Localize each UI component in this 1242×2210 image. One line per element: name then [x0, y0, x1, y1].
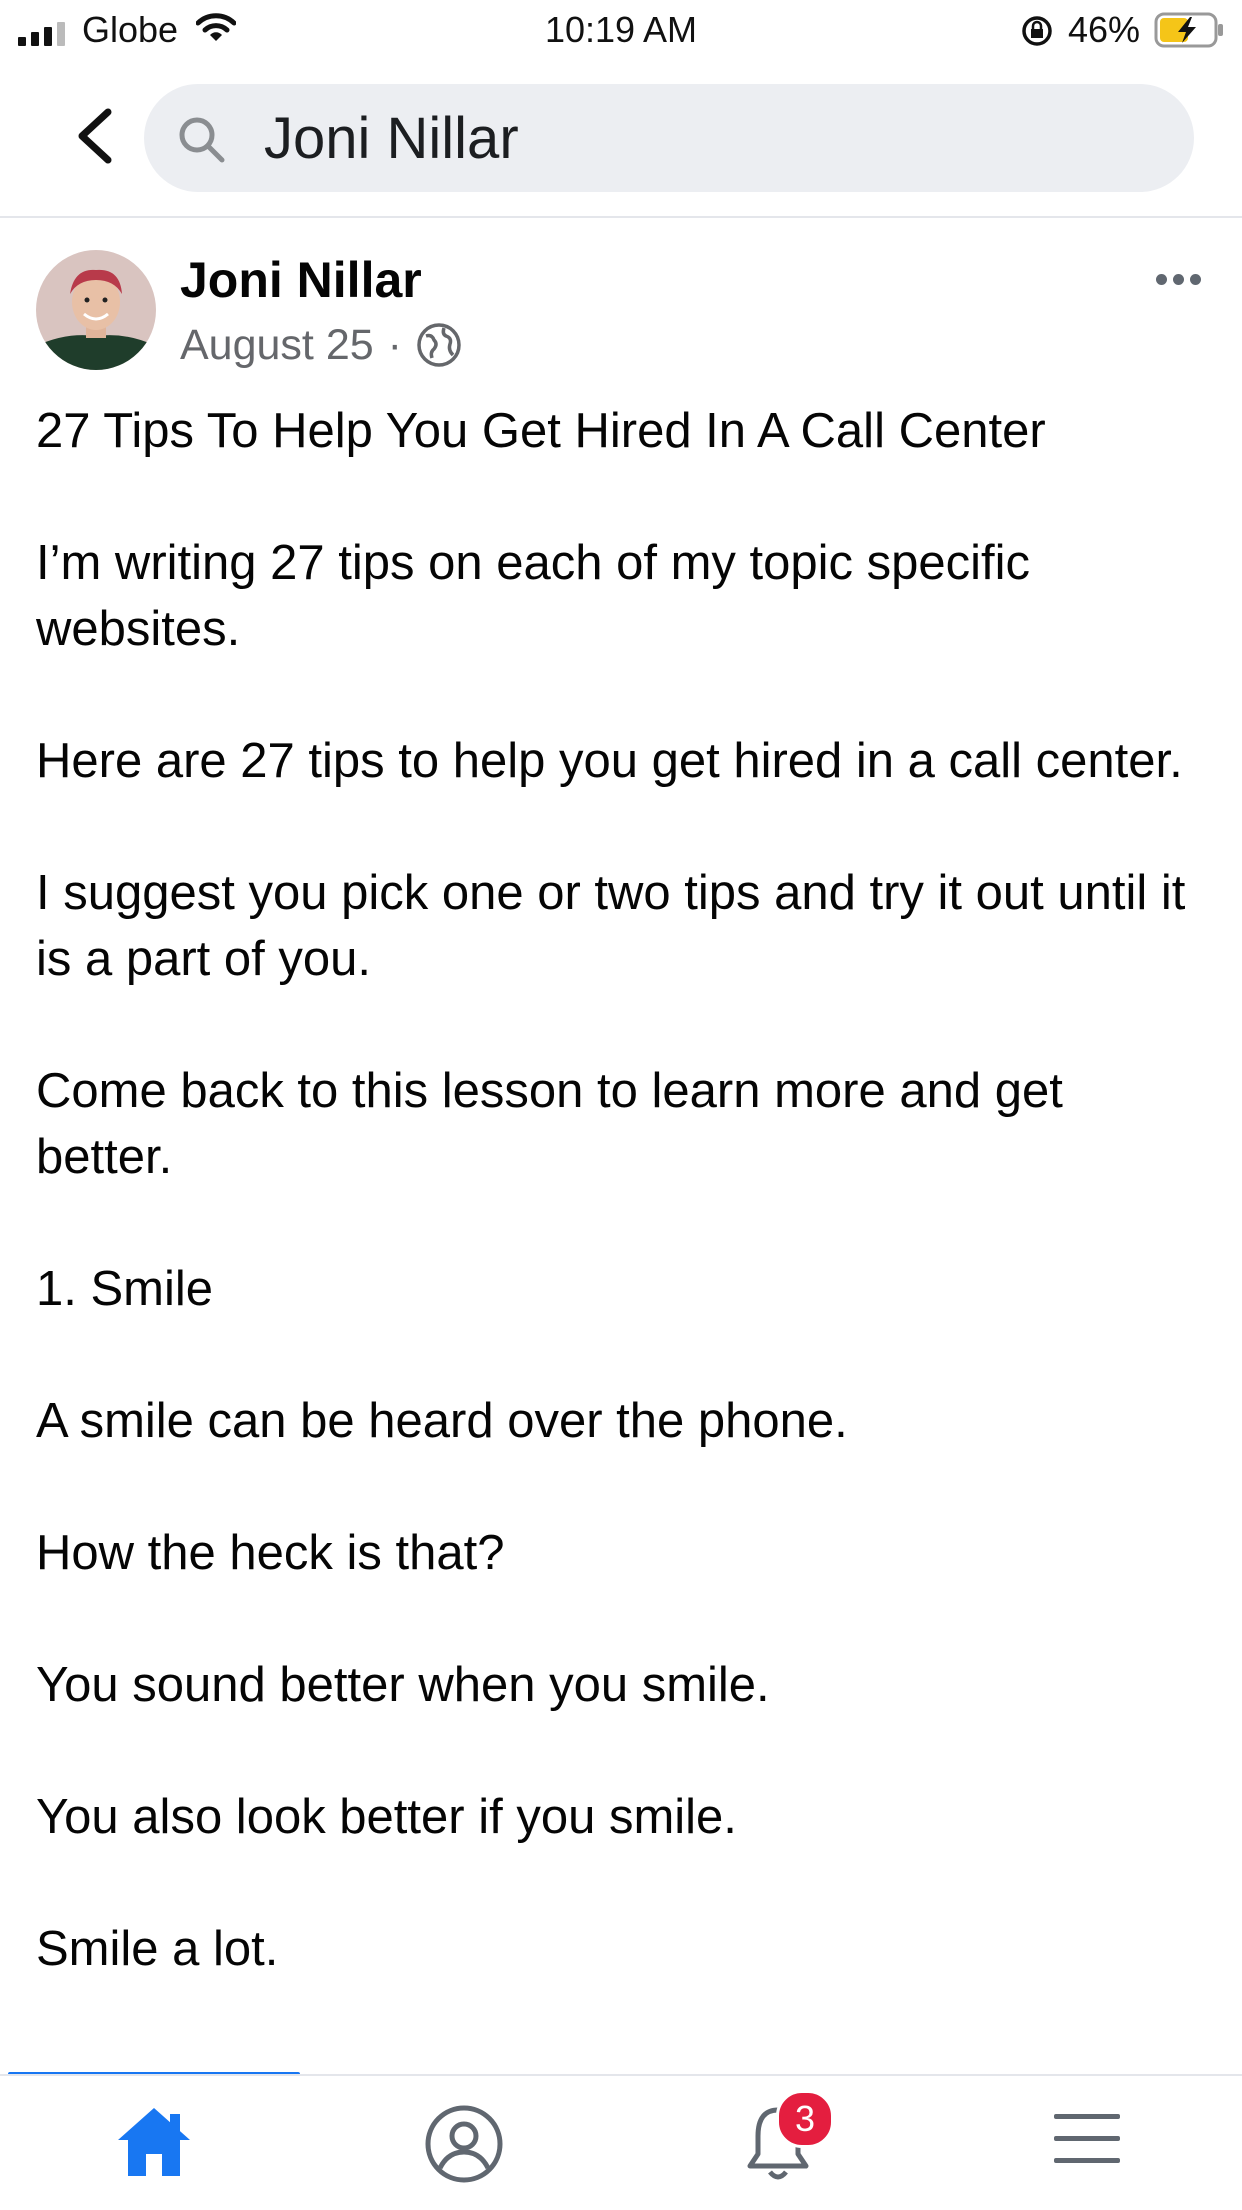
- post-paragraph: I’m writing 27 tips on each of my topic …: [36, 536, 1031, 656]
- post-author[interactable]: Joni Nillar: [180, 252, 422, 308]
- search-query: Joni Nillar: [264, 106, 519, 171]
- status-time: 10:19 AM: [544, 9, 698, 50]
- avatar[interactable]: [36, 250, 156, 370]
- post-paragraph: A smile can be heard over the phone.: [36, 1394, 848, 1448]
- tab-menu[interactable]: [1052, 2104, 1122, 2179]
- post-paragraph: You sound better when you smile.: [36, 1658, 770, 1712]
- bottom-nav: 3: [0, 2074, 1242, 2210]
- post-paragraph: 1. Smile: [36, 1262, 214, 1316]
- search-header: Joni Nillar: [0, 62, 1242, 218]
- notifications-badge: 3: [776, 2090, 834, 2148]
- menu-icon: [1054, 2114, 1120, 2163]
- home-icon: [118, 2108, 190, 2176]
- battery-charging-icon: [1154, 12, 1223, 48]
- post-date[interactable]: August 25: [180, 320, 374, 370]
- post-paragraph: I suggest you pick one or two tips and t…: [36, 866, 1186, 986]
- post-meta: August 25 ·: [180, 320, 462, 370]
- post-paragraph: 27 Tips To Help You Get Hired In A Call …: [36, 404, 1046, 458]
- post-paragraph: Come back to this lesson to learn more a…: [36, 1064, 1063, 1184]
- post-paragraph: Smile a lot.: [36, 1922, 279, 1976]
- battery-percent: 46%: [1068, 9, 1141, 50]
- profile-icon: [425, 2105, 503, 2183]
- meta-separator: ·: [387, 321, 402, 369]
- search-input[interactable]: Joni Nillar: [144, 84, 1194, 192]
- post-paragraph: You also look better if you smile.: [36, 1790, 737, 1844]
- chevron-left-icon[interactable]: [70, 106, 120, 166]
- globe-icon: [417, 323, 461, 367]
- orientation-lock-icon: [1022, 16, 1052, 46]
- tab-profile[interactable]: [424, 2104, 504, 2189]
- tab-home[interactable]: [114, 2104, 194, 2185]
- post-body: 27 Tips To Help You Get Hired In A Call …: [36, 398, 1206, 2048]
- search-icon: [179, 117, 225, 163]
- status-bar: Globe 10:19 AM 46%: [0, 0, 1242, 62]
- more-horizontal-icon[interactable]: [1156, 274, 1201, 285]
- tab-notifications[interactable]: 3: [738, 2090, 834, 2189]
- post-paragraph: Here are 27 tips to help you get hired i…: [36, 734, 1183, 788]
- post-paragraph: How the heck is that?: [36, 1526, 505, 1580]
